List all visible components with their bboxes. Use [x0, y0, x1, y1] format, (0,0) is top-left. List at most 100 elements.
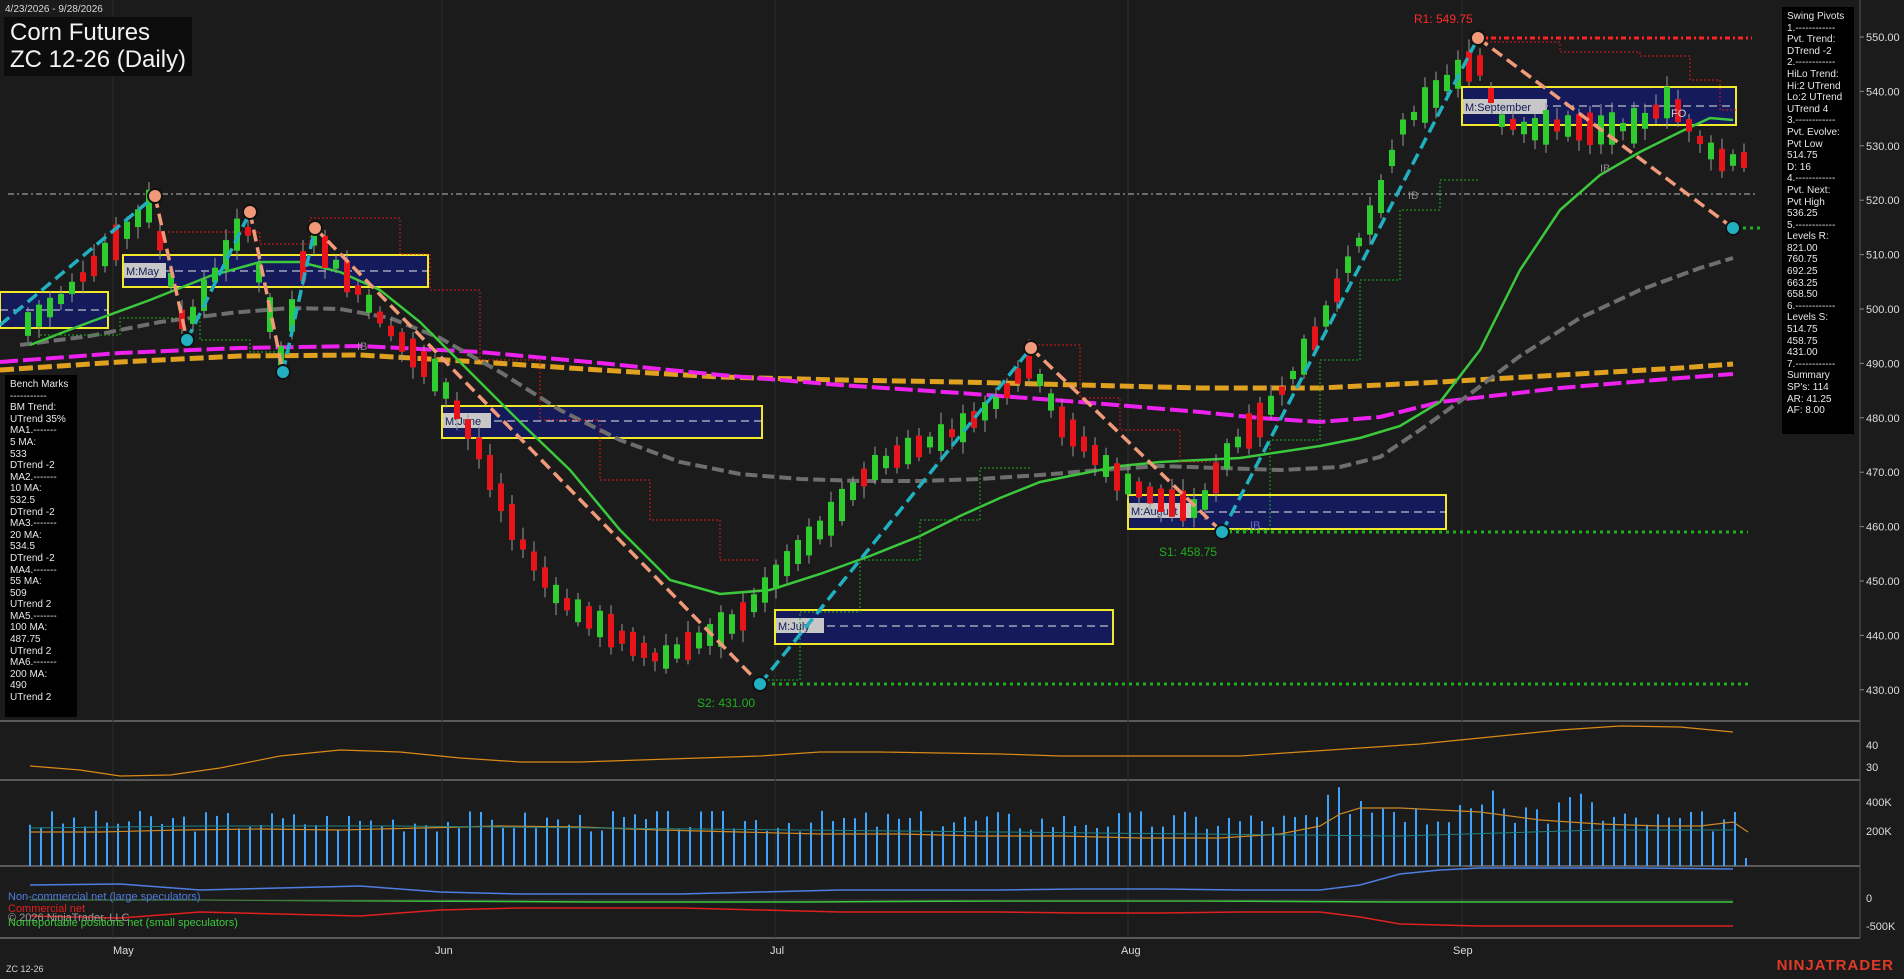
s2-label: S2: 431.00 — [697, 696, 755, 710]
bench-marks-line: 532.5 — [10, 494, 36, 506]
bench-marks-line: 490 — [10, 680, 27, 692]
bench-marks-line: MA5.------- — [10, 610, 57, 622]
swing-pivots-line: 7.------------ — [1787, 358, 1836, 370]
swing-pivots-line: D: 16 — [1787, 161, 1811, 173]
swing-pivots-line: 2.------------ — [1787, 57, 1836, 69]
bench-marks-line: UTrend 2 — [10, 645, 52, 657]
swing-pivots-line: 431.00 — [1787, 347, 1818, 359]
footer-symbol: ZC 12-26 — [6, 964, 44, 974]
swing-pivots-line: Hi:2 UTrend — [1787, 80, 1841, 92]
price-tick: 510.00 — [1866, 250, 1900, 262]
ib-marker: IB — [1408, 190, 1418, 202]
bench-marks-line: 200 MA: — [10, 668, 48, 680]
price-tick: 520.00 — [1866, 195, 1900, 207]
bench-marks-line: BM Trend: — [10, 402, 57, 414]
price-tick: 490.00 — [1866, 358, 1900, 370]
swing-pivots-line: 4.------------ — [1787, 173, 1836, 185]
month-box-august: M:August — [1127, 494, 1447, 530]
time-label: Jun — [435, 945, 453, 957]
bench-marks-line: 10 MA: — [10, 483, 42, 495]
swing-pivots-line: SP's: 114 — [1787, 382, 1829, 393]
swing-pivots-line: Levels S: — [1787, 312, 1829, 324]
price-tick: 460.00 — [1866, 522, 1900, 534]
bench-marks-line: 55 MA: — [10, 576, 42, 588]
swing-pivots-line: AF: 8.00 — [1787, 405, 1825, 417]
ib-marker: IB — [357, 341, 367, 353]
bench-marks-line: DTrend -2 — [10, 506, 55, 518]
volume-tick: 400K — [1866, 797, 1892, 809]
bench-marks-line: DTrend -2 — [10, 460, 55, 472]
swing-pivots-line: Swing Pivots — [1787, 11, 1845, 22]
swing-pivots-line: 3.------------ — [1787, 115, 1836, 127]
candle — [432, 354, 438, 396]
price-tick: 540.00 — [1866, 86, 1900, 98]
bench-marks-panel: Bench Marks ----------- BM Trend: UTrend 35… — [5, 375, 77, 717]
bench-marks-line: 100 MA: — [10, 622, 48, 634]
swing-pivots-line: 1.------------ — [1787, 22, 1836, 34]
swing-pivots-line: 536.25 — [1787, 208, 1818, 220]
s1-label: S1: 458.75 — [1159, 545, 1217, 559]
swing-pivots-line: 658.50 — [1787, 289, 1818, 301]
time-label: Aug — [1121, 945, 1141, 957]
bench-marks-line: UTrend 2 — [10, 599, 52, 611]
swing-pivots-line: AR: 41.25 — [1787, 393, 1832, 405]
bench-marks-line: MA1.------- — [10, 425, 57, 437]
swing-pivots-line: Pvt Low — [1787, 138, 1823, 150]
date-range: 4/23/2026 - 9/28/2026 — [5, 4, 103, 15]
swing-pivots-line: HiLo Trend: — [1787, 68, 1839, 80]
swing-pivots-line: Levels R: — [1787, 231, 1829, 243]
bench-marks-line: UTrend 35% — [10, 413, 66, 425]
time-label: Sep — [1453, 945, 1473, 957]
bench-marks-line: ----------- — [10, 390, 47, 402]
ib-marker: IB — [1600, 163, 1610, 175]
bench-marks-line: UTrend 2 — [10, 692, 52, 704]
month-box-label: M:May — [126, 266, 160, 278]
chart-title: Corn Futures ZC 12-26 (Daily) — [4, 17, 193, 76]
swing-pivots-line: 663.25 — [1787, 277, 1818, 289]
bench-marks-line: 534.5 — [10, 541, 36, 553]
swing-pivots-line: DTrend -2 — [1787, 45, 1832, 57]
swing-pivots-line: 6.------------ — [1787, 300, 1836, 312]
bench-marks-line: MA4.------- — [10, 564, 57, 576]
osc-tick: 40 — [1866, 740, 1878, 752]
swing-pivots-line: 821.00 — [1787, 242, 1818, 254]
month-box-label: M:September — [1465, 102, 1531, 114]
bench-marks-line: DTrend -2 — [10, 552, 55, 564]
price-tick: 450.00 — [1866, 576, 1900, 588]
swing-pivots-line: Lo:2 UTrend — [1787, 92, 1843, 104]
bench-marks-line: 533 — [10, 448, 27, 460]
bench-marks-line: MA6.------- — [10, 657, 57, 669]
swing-pivots-line: 760.75 — [1787, 254, 1818, 266]
bench-marks-line: MA2.------- — [10, 471, 57, 483]
time-label: May — [113, 945, 134, 957]
price-tick: 550.00 — [1866, 32, 1900, 44]
legend-nonreportable: Nonreportable positions net (small specu… — [8, 917, 238, 929]
swing-pivots-line: 692.25 — [1787, 266, 1818, 278]
candle — [1378, 174, 1384, 219]
swing-pivots-line: 5.------------ — [1787, 219, 1836, 231]
instrument-name: Corn Futures — [10, 19, 151, 46]
osc-tick: 30 — [1866, 762, 1878, 774]
swing-pivots-line: Pvt. Evolve: — [1787, 126, 1840, 138]
swing-pivots-line: Pvt. Next: — [1787, 184, 1831, 196]
swing-pivots-line: Pvt. Trend: — [1787, 34, 1836, 46]
bench-marks-line: MA3.------- — [10, 518, 57, 530]
price-tick: 530.00 — [1866, 141, 1900, 153]
fo-marker: FO — [1671, 108, 1687, 120]
swing-pivots-line: 514.75 — [1787, 150, 1818, 162]
swing-pivots-line: Summary — [1787, 370, 1830, 382]
swing-pivots-line: 458.75 — [1787, 335, 1818, 347]
month-box-july: M:July — [774, 609, 1114, 645]
r1-label: R1: 549.75 — [1414, 12, 1473, 26]
cot-tick: -500K — [1866, 921, 1896, 933]
cot-tick: 0 — [1866, 893, 1872, 905]
swing-pivots-line: 514.75 — [1787, 324, 1818, 336]
bench-marks-line: Bench Marks — [10, 379, 69, 390]
price-chart[interactable]: M:May M:June M:July M:August M:September — [0, 0, 1904, 979]
price-tick: 480.00 — [1866, 413, 1900, 425]
brand-logo: NINJATRADER — [1776, 957, 1894, 974]
legend-noncommercial: Non-commercial net (large speculators) — [8, 891, 201, 903]
bench-marks-line: 509 — [10, 587, 27, 599]
swing-pivots-panel: Swing Pivots 1.------------ Pvt. Trend: DTr… — [1782, 7, 1854, 434]
contract-label: ZC 12-26 (Daily) — [10, 46, 187, 73]
